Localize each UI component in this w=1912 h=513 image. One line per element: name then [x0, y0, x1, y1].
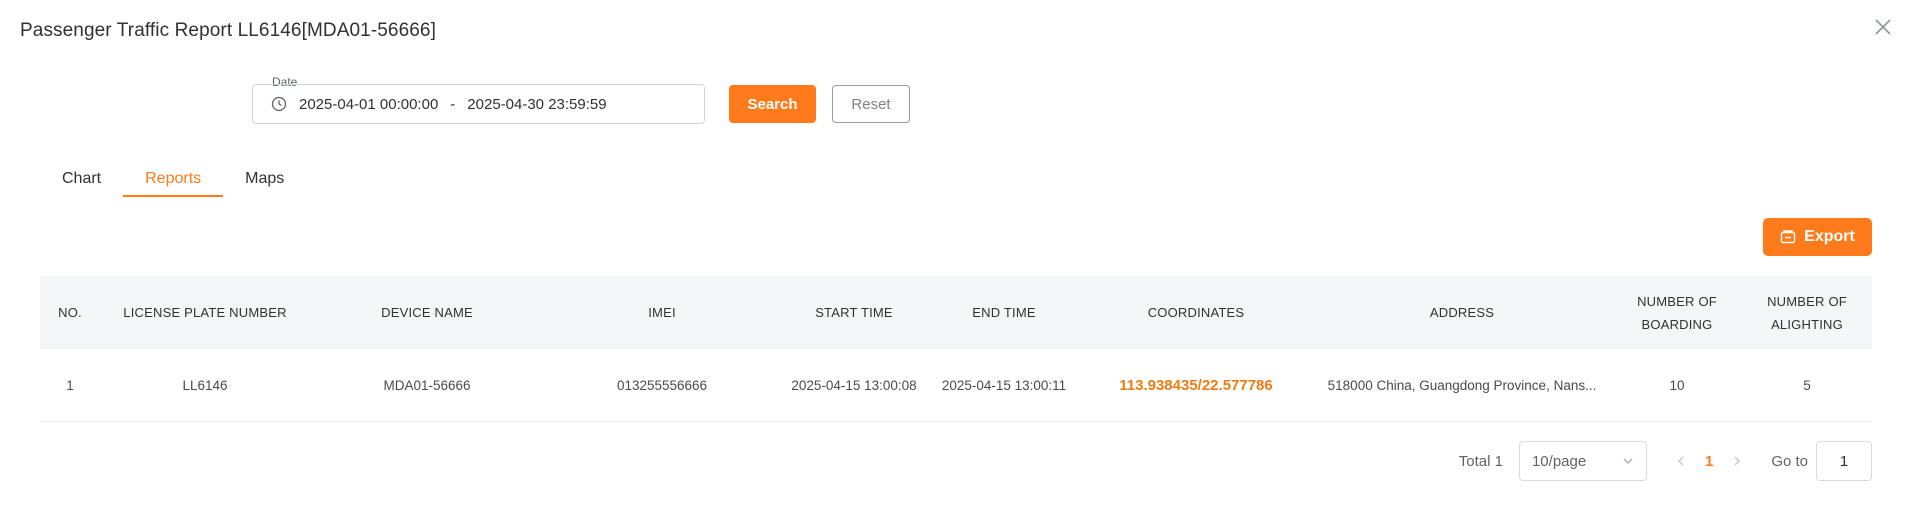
date-range-picker[interactable]: 2025-04-01 00:00:00 - 2025-04-30 23:59:5…: [252, 84, 705, 124]
report-tabs: Chart Reports Maps: [40, 160, 306, 198]
next-page-button[interactable]: [1727, 451, 1747, 471]
export-button[interactable]: Export: [1763, 218, 1872, 256]
date-end-input[interactable]: 2025-04-30 23:59:59: [467, 96, 606, 113]
page-size-value: 10/page: [1531, 452, 1587, 470]
pagination: Total 1 10/page 1 Go to: [1459, 441, 1872, 481]
export-icon: [1780, 229, 1796, 245]
goto-label: Go to: [1771, 452, 1808, 470]
cell-boarding: 10: [1669, 377, 1685, 393]
col-device: DEVICE NAME: [381, 305, 473, 320]
goto-page-input[interactable]: [1816, 441, 1872, 481]
col-boarding: NUMBER OF BOARDING: [1637, 293, 1717, 332]
col-imei: IMEI: [648, 305, 676, 320]
col-alighting: NUMBER OF ALIGHTING: [1767, 293, 1847, 332]
cell-start-time: 2025-04-15 13:00:08: [791, 377, 917, 393]
page-number-current[interactable]: 1: [1705, 453, 1713, 470]
export-label: Export: [1804, 228, 1855, 245]
tab-chart[interactable]: Chart: [40, 160, 123, 198]
cell-end-time: 2025-04-15 13:00:11: [941, 377, 1067, 393]
close-button[interactable]: [1870, 14, 1896, 40]
report-table: NO. LICENSE PLATE NUMBER DEVICE NAME IME…: [40, 276, 1872, 422]
search-button[interactable]: Search: [729, 85, 816, 123]
coordinates-link[interactable]: 113.938435/22.577786: [1119, 374, 1273, 397]
dialog-title: Passenger Traffic Report LL6146[MDA01-56…: [20, 20, 436, 41]
cell-no: 1: [66, 377, 74, 393]
tab-maps[interactable]: Maps: [223, 160, 306, 198]
date-separator: -: [450, 95, 456, 113]
cell-coordinates: 113.938435/22.577786: [1080, 349, 1312, 421]
cell-alighting: 5: [1803, 377, 1811, 393]
chevron-down-icon: [1623, 458, 1633, 464]
col-address: ADDRESS: [1429, 305, 1495, 320]
clock-icon: [271, 96, 287, 112]
cell-device: MDA01-56666: [383, 377, 471, 393]
col-start-time: START TIME: [815, 305, 893, 320]
tab-reports[interactable]: Reports: [123, 160, 224, 198]
date-start-input[interactable]: 2025-04-01 00:00:00: [299, 96, 438, 113]
chevron-right-icon: [1734, 456, 1741, 466]
reset-button[interactable]: Reset: [832, 85, 910, 123]
table-header: NO. LICENSE PLATE NUMBER DEVICE NAME IME…: [40, 276, 1872, 349]
col-coordinates: COORDINATES: [1147, 305, 1245, 320]
chevron-left-icon: [1678, 456, 1684, 466]
col-end-time: END TIME: [972, 305, 1036, 320]
close-icon[interactable]: [1874, 18, 1892, 36]
prev-page-button[interactable]: [1671, 451, 1691, 471]
pagination-total: Total 1: [1458, 452, 1503, 470]
cell-imei: 013255556666: [616, 377, 708, 393]
address-text: 518000 China, Guangdong Province, Nans..…: [1327, 377, 1597, 393]
col-no: NO.: [58, 305, 82, 320]
cell-address: 518000 China, Guangdong Province, Nans..…: [1312, 349, 1612, 421]
cell-license: LL6146: [182, 377, 228, 393]
table-row: 1 LL6146 MDA01-56666 013255556666 2025-0…: [40, 349, 1872, 422]
col-license: LICENSE PLATE NUMBER: [123, 305, 287, 320]
page-size-select[interactable]: 10/page: [1518, 441, 1647, 481]
